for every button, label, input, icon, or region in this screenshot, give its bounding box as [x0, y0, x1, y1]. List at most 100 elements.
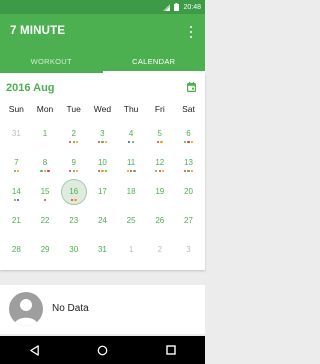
calendar-day[interactable]: 21 [2, 214, 31, 243]
calendar-day[interactable]: 1 [117, 243, 146, 272]
back-icon[interactable] [27, 343, 41, 357]
workout-dots [69, 141, 79, 144]
day-number: 19 [155, 187, 165, 196]
calendar-day[interactable]: 18 [117, 185, 146, 214]
calendar-day[interactable]: 2 [145, 243, 174, 272]
calendar-day[interactable]: 19 [145, 185, 174, 214]
app-title: 7 MINUTE [10, 25, 66, 37]
calendar-day[interactable]: 5 [145, 127, 174, 156]
workout-dot [128, 141, 131, 144]
tab-bar: WORKOUT CALENDAR [0, 49, 205, 73]
calendar-day[interactable]: 3 [88, 127, 117, 156]
day-number: 3 [186, 245, 191, 254]
weekday-label: Fri [154, 104, 165, 114]
day-number: 6 [186, 129, 191, 138]
calendar-day[interactable]: 2 [59, 127, 88, 156]
calendar-day[interactable]: 11 [117, 156, 146, 185]
calendar-day[interactable]: 4 [117, 127, 146, 156]
workout-dot [183, 170, 187, 173]
workout-dot [72, 170, 75, 173]
app-bar: 7 MINUTE [0, 14, 205, 49]
workout-dot [187, 170, 190, 173]
weekday-label: Mon [36, 104, 54, 114]
workout-dot [131, 141, 134, 144]
tab-calendar[interactable]: CALENDAR [102, 49, 206, 73]
calendar-card: 2016 Aug Sun Mon Tue Wed Thu Fri Sat 31 1 2 3 4 5 6 7… [0, 73, 205, 270]
calendar-day[interactable]: 31 [2, 127, 31, 156]
workout-dots [69, 170, 79, 173]
day-number: 24 [97, 216, 107, 225]
calendar-week: 14 15 16 17 18 19 20 [2, 179, 203, 214]
signal-icon [163, 3, 171, 11]
calendar-day[interactable]: 25 [117, 214, 146, 243]
overflow-menu-icon[interactable] [187, 25, 195, 39]
battery-icon [174, 3, 180, 11]
workout-dot [13, 199, 16, 202]
calendar-day[interactable]: 26 [145, 214, 174, 243]
calendar-icon[interactable] [187, 82, 196, 92]
workout-dots [128, 141, 134, 144]
calendar-day[interactable]: 27 [174, 214, 203, 243]
workout-dot [104, 170, 107, 173]
home-icon[interactable] [95, 343, 109, 357]
workout-dot [97, 141, 101, 144]
calendar-day[interactable]: 24 [88, 214, 117, 243]
calendar-day[interactable]: 6 [174, 127, 203, 156]
calendar-day[interactable]: 8 [31, 156, 60, 185]
calendar-day[interactable]: 15 [31, 185, 60, 214]
workout-dot [70, 199, 74, 202]
recents-icon[interactable] [164, 343, 178, 357]
workout-dot [158, 170, 161, 173]
weekday-label: Sat [182, 104, 195, 114]
day-number: 31 [97, 245, 107, 254]
day-number: 13 [184, 158, 193, 167]
calendar-day[interactable]: 10 [88, 156, 117, 185]
workout-dot [130, 170, 133, 173]
weekday-header: Sun Mon Tue Wed Thu Fri Sat [0, 104, 205, 118]
workout-dot [43, 199, 47, 202]
avatar [9, 292, 43, 326]
day-number: 31 [11, 129, 21, 138]
calendar-day[interactable]: 12 [145, 156, 174, 185]
workout-dot [13, 170, 16, 173]
calendar-day[interactable]: 22 [31, 214, 60, 243]
calendar-day[interactable]: 20 [174, 185, 203, 214]
day-number: 29 [40, 245, 50, 254]
calendar-day[interactable]: 29 [31, 243, 60, 272]
tab-workout[interactable]: WORKOUT [0, 49, 103, 73]
workout-dots [155, 170, 165, 173]
workout-dot [155, 170, 158, 173]
calendar-day[interactable]: 3 [174, 243, 203, 272]
calendar-day[interactable]: 31 [88, 243, 117, 272]
workout-dot [97, 170, 101, 173]
workout-dot [74, 199, 77, 202]
workout-dot [76, 170, 79, 173]
calendar-day[interactable]: 28 [2, 243, 31, 272]
day-number: 9 [71, 158, 76, 167]
workout-dots [97, 170, 107, 173]
workout-dot [156, 141, 160, 144]
day-number: 10 [97, 158, 107, 167]
workout-dots [13, 199, 20, 202]
calendar-day[interactable]: 14 [2, 185, 31, 214]
calendar-day[interactable]: 7 [2, 156, 31, 185]
calendar-day[interactable]: 13 [174, 156, 203, 185]
workout-dot [47, 170, 50, 173]
day-number: 4 [128, 129, 134, 138]
calendar-day[interactable]: 23 [59, 214, 88, 243]
workout-dots [183, 170, 194, 173]
calendar-day[interactable]: 1 [31, 127, 60, 156]
workout-dot [16, 199, 20, 202]
calendar-day-selected[interactable]: 16 [59, 179, 88, 214]
workout-dot [101, 170, 104, 173]
day-number: 20 [184, 187, 193, 196]
weekday-label: Thu [123, 104, 139, 114]
calendar-day[interactable]: 17 [88, 185, 117, 214]
status-time: 20:48 [183, 3, 201, 11]
calendar-week: 21 22 23 24 25 26 27 [2, 214, 203, 243]
calendar-day[interactable]: 30 [59, 243, 88, 272]
day-number: 30 [69, 245, 79, 254]
month-label[interactable]: 2016 Aug [6, 82, 55, 94]
workout-dot [76, 141, 79, 144]
day-number: 22 [40, 216, 50, 225]
